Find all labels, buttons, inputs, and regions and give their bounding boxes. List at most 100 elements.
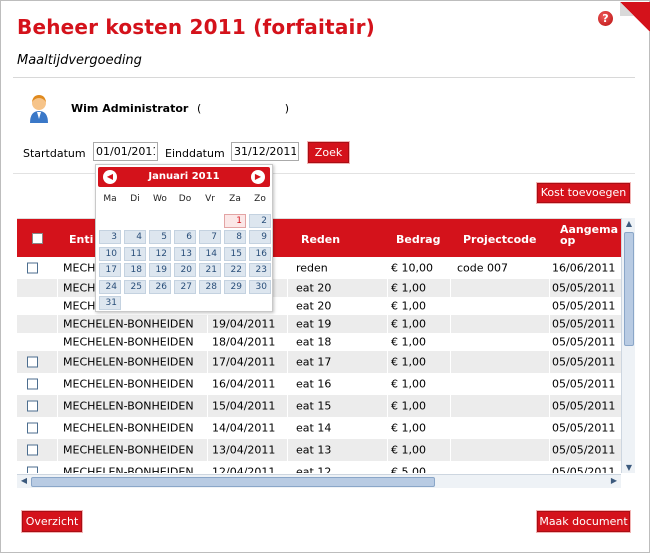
weekday-label: Zo [254,194,266,204]
row-checkbox[interactable] [27,466,38,473]
calendar-day[interactable]: 16 [249,247,271,261]
column-divider [450,461,451,473]
user-name: Wim Administrator [71,102,189,115]
cell-entity: MECHELEN-BONHEIDEN [63,465,194,474]
column-divider [207,351,208,373]
table-row[interactable]: MECHELEN-BONHEIDEN 19/04/2011 eat 19 € 1,00… [17,315,635,333]
column-divider [387,417,388,439]
column-divider [207,333,208,351]
column-header-created[interactable]: Aangema op [560,224,618,246]
calendar-day[interactable]: 27 [174,280,196,294]
calendar-day[interactable]: 14 [199,247,221,261]
table-row[interactable]: MECHELEN-BONHEIDEN 16/04/2011 eat 16 € 1,00… [17,373,635,395]
end-date-input[interactable] [231,142,299,161]
row-checkbox[interactable] [27,262,38,274]
cell-created: 05/05/2011 [552,335,616,349]
calendar-day[interactable]: 15 [224,247,246,261]
calendar-day[interactable]: 2 [249,214,271,228]
cell-created: 05/05/2011 [552,317,616,331]
calendar-day[interactable]: 1 [224,214,246,228]
calendar-day[interactable]: 22 [224,263,246,277]
scrollbar-thumb[interactable] [31,477,435,487]
calendar-day[interactable]: 18 [124,263,146,277]
calendar-day[interactable]: 5 [149,230,171,244]
scroll-down-icon[interactable]: ▼ [622,463,636,472]
scroll-up-icon[interactable]: ▲ [622,219,636,228]
row-checkbox[interactable] [27,444,38,456]
column-divider [387,439,388,461]
calendar-day[interactable]: 7 [199,230,221,244]
column-divider [450,439,451,461]
calendar-day[interactable]: 29 [224,280,246,294]
calendar-day[interactable]: 9 [249,230,271,244]
calendar-day[interactable]: 25 [124,280,146,294]
column-header-reason[interactable]: Reden [301,233,340,246]
divider [13,77,635,78]
column-divider [387,315,388,333]
scrollbar-thumb[interactable] [624,232,634,346]
column-header-entity[interactable]: Enti [69,233,93,246]
column-header-amount[interactable]: Bedrag [396,233,440,246]
table-row[interactable]: MECHELEN-BONHEIDEN 15/04/2011 eat 15 € 1,00… [17,395,635,417]
help-icon[interactable]: ? [598,11,613,26]
column-divider [57,461,58,473]
calendar-day[interactable]: 19 [149,263,171,277]
row-checkbox[interactable] [27,356,38,368]
cell-entity: MECHELEN-BONHEIDEN [63,355,194,369]
calendar-day[interactable]: 11 [124,247,146,261]
table-row[interactable]: MECHELEN-BONHEIDEN 13/04/2011 eat 13 € 1,00… [17,439,635,461]
calendar-day[interactable]: 8 [224,230,246,244]
table-row[interactable]: MECHELEN-BONHEIDEN 18/04/2011 eat 18 € 1,00… [17,333,635,351]
calendar-day[interactable]: 6 [174,230,196,244]
table-row[interactable]: MECHELEN-BONHEIDEN 12/04/2011 eat 12 € 5,00… [17,461,635,473]
search-button[interactable]: Zoek [308,142,349,163]
calendar-day[interactable]: 10 [99,247,121,261]
weekday-label: Wo [153,194,167,204]
add-cost-button[interactable]: Kost toevoegen [537,183,630,203]
scroll-right-icon[interactable]: ▶ [607,476,621,485]
datepicker-popup: ◀ Januari 2011 ▶ Ma Di Wo Do Vr Za Zo 1 2 3 4 5 6 7 8 9… [95,164,273,312]
calendar-day[interactable]: 12 [149,247,171,261]
calendar-day[interactable]: 17 [99,263,121,277]
column-divider [57,279,58,297]
weekday-label: Ma [103,194,117,204]
select-all-checkbox[interactable] [32,233,43,244]
start-date-input[interactable] [93,142,158,161]
section-subtitle: Maaltijdvergoeding [17,53,142,68]
column-divider [450,333,451,351]
column-divider [549,439,550,461]
column-divider [549,373,550,395]
calendar-day[interactable]: 4 [124,230,146,244]
calendar-day[interactable]: 30 [249,280,271,294]
calendar-day[interactable]: 28 [199,280,221,294]
vertical-scrollbar[interactable]: ▲ ▼ [621,218,635,473]
calendar-day[interactable]: 20 [174,263,196,277]
cell-amount: € 1,00 [391,355,426,369]
calendar-day[interactable]: 23 [249,263,271,277]
calendar-day[interactable]: 3 [99,230,121,244]
calendar-day[interactable]: 24 [99,280,121,294]
scroll-left-icon[interactable]: ◀ [17,476,31,485]
row-checkbox[interactable] [27,378,38,390]
calendar-day[interactable]: 31 [99,296,121,310]
table-row[interactable]: MECHELEN-BONHEIDEN 17/04/2011 eat 17 € 1,00… [17,351,635,373]
cell-entity: MECHELEN-BONHEIDEN [63,421,194,435]
calendar-day[interactable]: 21 [199,263,221,277]
column-header-projectcode[interactable]: Projectcode [463,233,536,246]
table-row[interactable]: MECHELEN-BONHEIDEN 14/04/2011 eat 14 € 1,00… [17,417,635,439]
cell-date: 16/04/2011 [212,377,276,391]
row-checkbox[interactable] [27,422,38,434]
cell-reason: eat 20 [296,299,332,313]
next-month-icon[interactable]: ▶ [251,170,265,184]
horizontal-scrollbar[interactable]: ◀ ▶ [17,474,621,488]
make-document-button[interactable]: Maak document [537,511,630,532]
overview-button[interactable]: Overzicht [22,511,82,532]
calendar-day[interactable]: 26 [149,280,171,294]
cell-amount: € 1,00 [391,377,426,391]
calendar-day[interactable]: 13 [174,247,196,261]
cell-entity: MECHELEN-BONHEIDEN [63,335,194,349]
row-checkbox[interactable] [27,400,38,412]
cell-created: 05/05/2011 [552,281,616,295]
cell-created: 05/05/2011 [552,465,616,474]
column-divider [450,373,451,395]
